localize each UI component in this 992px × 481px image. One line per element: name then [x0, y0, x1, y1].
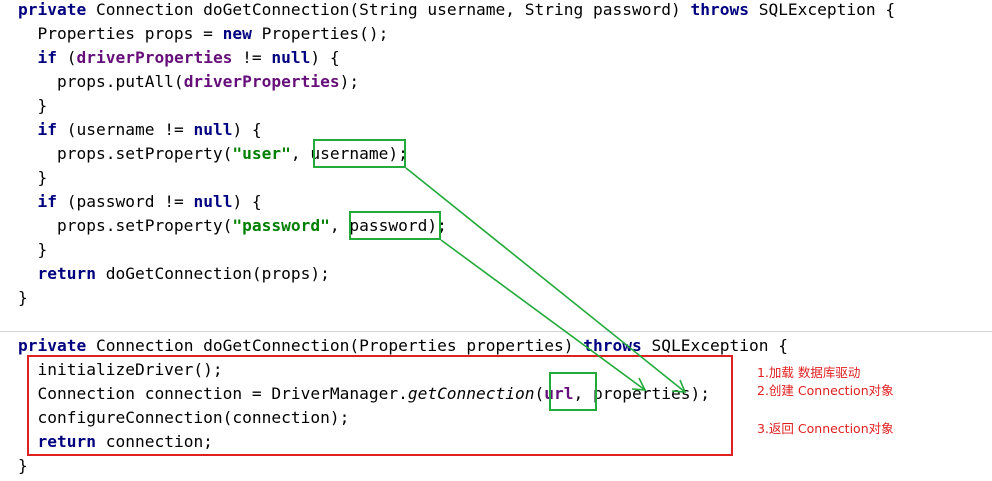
arrow-password-to-properties [440, 239, 646, 391]
note-return-connection: 3.返回 Connection对象 [757, 421, 894, 436]
note-load-driver: 1.加载 数据库驱动 [757, 365, 861, 380]
annotation-arrows [405, 167, 687, 393]
arrow-username-to-properties [405, 167, 686, 393]
note-create-connection: 2.创建 Connection对象 [757, 383, 894, 398]
